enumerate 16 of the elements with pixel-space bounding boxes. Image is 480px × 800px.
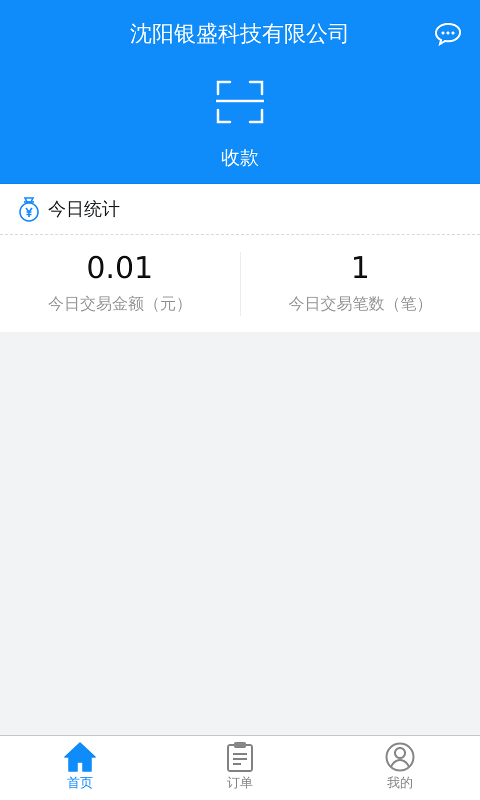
collect-payment-button[interactable]: 收款 (216, 78, 264, 172)
clipboard-icon (226, 742, 254, 772)
stat-value: 0.01 (85, 252, 154, 286)
scan-icon (216, 78, 264, 126)
stat-label: 今日交易金额（元） (46, 292, 193, 314)
tab[interactable]: 我的 (320, 736, 480, 800)
money-bag-icon (18, 196, 40, 222)
tab[interactable]: 首页 (0, 736, 160, 800)
chat-icon[interactable] (434, 22, 462, 46)
home-icon (64, 742, 96, 772)
tab[interactable]: 订单 (160, 736, 320, 800)
section-title: 今日统计 (48, 198, 120, 222)
stat-label: 今日交易笔数（笔） (287, 292, 434, 314)
stat-value: 1 (350, 252, 371, 286)
page-title: 沈阳银盛科技有限公司 (129, 21, 351, 49)
profile-icon (385, 742, 415, 772)
